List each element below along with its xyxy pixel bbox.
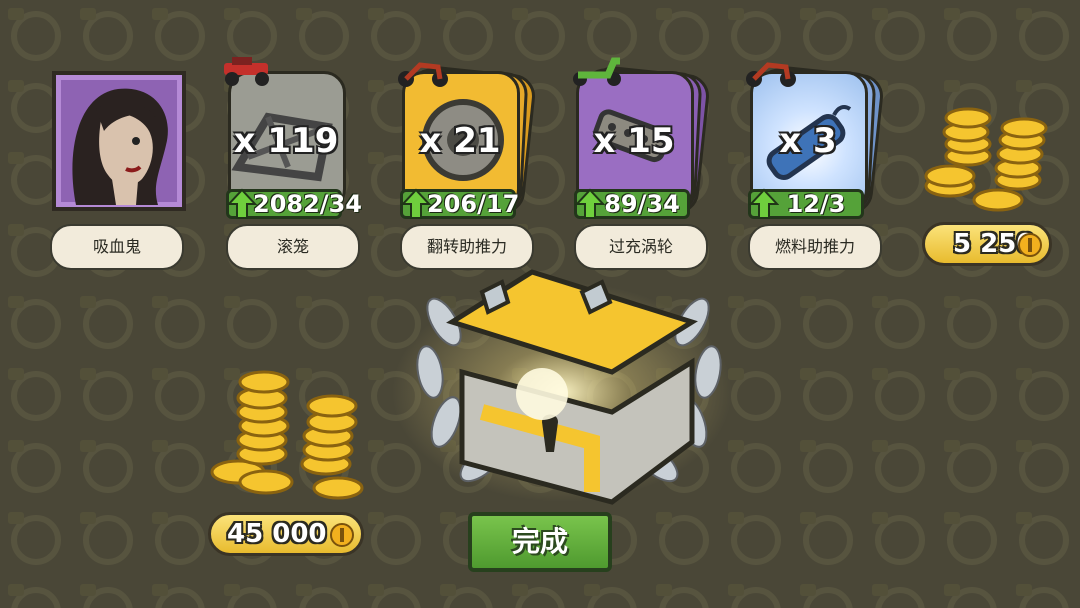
reward-quantity: x 21 — [419, 121, 501, 161]
upgrade-progress: 206/17 — [400, 188, 520, 219]
progress-text: 206/17 — [427, 190, 520, 218]
done-button[interactable]: 完成 — [468, 512, 612, 572]
progress-text: 2082/34 — [253, 190, 362, 218]
reward-card-flip-boost: x 21 206/17 翻转助推力 — [388, 62, 538, 273]
progress-text: 89/34 — [604, 190, 680, 218]
treasure-chest — [392, 269, 732, 505]
jeep-icon — [224, 57, 269, 86]
reward-label: 吸血鬼 — [50, 224, 184, 270]
coin-pile-icon — [924, 107, 1048, 212]
upgrade-progress: 89/34 — [574, 188, 690, 219]
scooter-icon — [573, 57, 621, 86]
reward-quantity: x 15 — [593, 121, 675, 161]
upgrade-progress: 2082/34 — [226, 188, 362, 219]
reward-card-roll-cage: x 119 2082/34 滚笼 — [214, 57, 362, 273]
coin-icon — [330, 523, 354, 547]
earned-coins-text: 45 000 — [227, 519, 327, 549]
upgrade-progress: 12/3 — [748, 188, 864, 219]
coin-icon — [1018, 233, 1042, 257]
reward-quantity: x 119 — [233, 121, 339, 161]
coin-stack-icon — [210, 370, 364, 500]
reward-card-vampire: 吸血鬼 — [50, 63, 194, 273]
reward-card-fuel-boost: x 3 12/3 燃料助推力 — [736, 62, 886, 273]
total-coins-badge: 5 250 — [922, 222, 1052, 266]
reward-label: 滚笼 — [226, 224, 360, 270]
earned-coins-badge: 45 000 — [208, 512, 364, 556]
motorbike-icon — [746, 62, 796, 87]
reward-quantity: x 3 — [779, 121, 837, 161]
vampire-icon — [72, 88, 168, 205]
progress-text: 12/3 — [786, 190, 846, 218]
vampire-portrait — [52, 71, 186, 211]
motorbike-icon — [398, 62, 448, 87]
reward-card-turbo: x 15 89/34 过充涡轮 — [562, 57, 712, 273]
reward-label: 燃料助推力 — [748, 224, 882, 270]
